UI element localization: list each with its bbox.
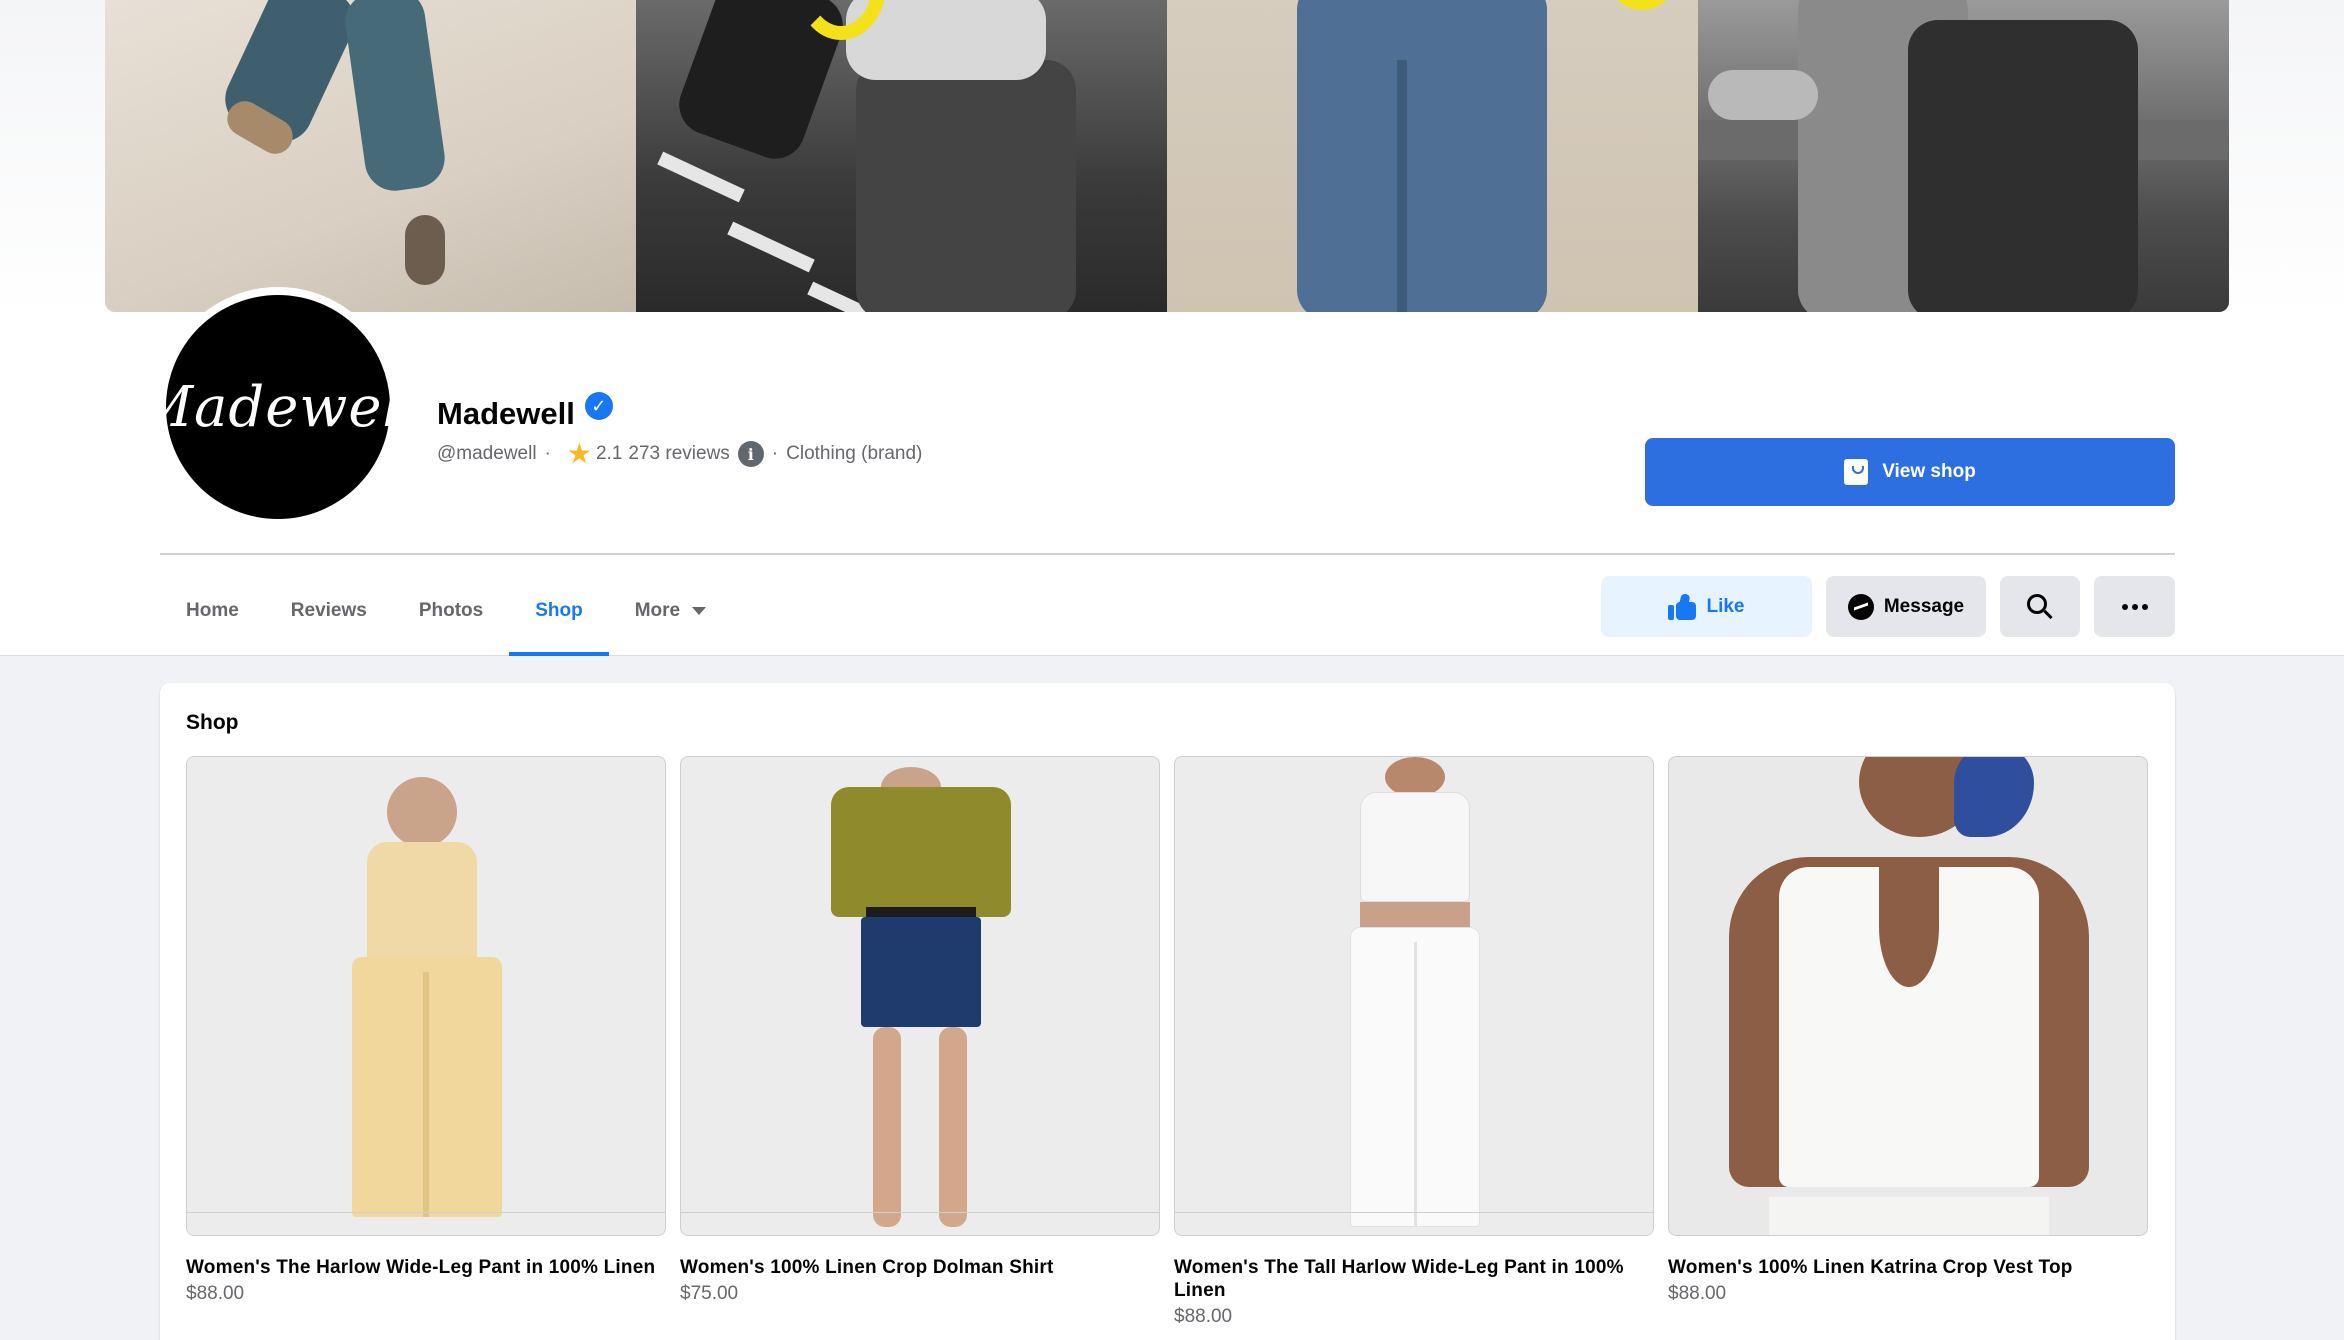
reviews-count[interactable]: 273 reviews xyxy=(628,443,729,465)
header-divider xyxy=(160,553,2175,555)
info-icon[interactable]: i xyxy=(737,441,764,467)
messenger-icon xyxy=(1847,593,1874,620)
profile-avatar[interactable]: Madewell xyxy=(136,295,419,519)
cover-panel-3 xyxy=(1167,0,1698,312)
search-icon xyxy=(2027,593,2053,620)
product-price: $88.00 xyxy=(1668,1283,1727,1304)
meta-separator: · xyxy=(771,443,779,464)
thumbs-up-icon xyxy=(1668,592,1697,620)
cover-photo[interactable] xyxy=(105,0,2229,312)
tab-reviews[interactable]: Reviews xyxy=(265,566,393,656)
tab-more-label: More xyxy=(634,600,681,621)
page-title[interactable]: Madewell ✓ xyxy=(437,392,613,432)
tab-home[interactable]: Home xyxy=(160,566,265,656)
message-label: Message xyxy=(1883,595,1965,617)
product-price: $88.00 xyxy=(1174,1306,1233,1327)
search-button[interactable] xyxy=(2000,576,2080,637)
view-shop-button[interactable]: View shop xyxy=(1645,438,2175,506)
page-handle: @madewell xyxy=(437,443,537,464)
page-meta: @madewell · ★ 2.1 273 reviews i · Clothi… xyxy=(437,440,922,468)
message-button[interactable]: Message xyxy=(1826,576,1986,637)
shop-section-title: Shop xyxy=(186,711,239,734)
page-header: Madewell Madewell ✓ @madewell · ★ 2.1 27… xyxy=(0,0,2344,656)
tab-home-label: Home xyxy=(186,600,239,621)
page-name-text: Madewell xyxy=(437,396,575,431)
product-image[interactable] xyxy=(186,756,666,1236)
product-card[interactable]: Women's The Harlow Wide-Leg Pant in 100%… xyxy=(186,756,666,1305)
cover-panel-4 xyxy=(1698,0,2229,312)
tab-shop-label: Shop xyxy=(535,600,583,621)
tab-photos-label: Photos xyxy=(418,600,484,621)
product-image[interactable] xyxy=(1668,756,2148,1236)
tab-reviews-label: Reviews xyxy=(290,600,367,621)
cover-panel-1 xyxy=(105,0,636,312)
madewell-logo: Madewell xyxy=(135,374,421,440)
product-card[interactable]: Women's The Tall Harlow Wide-Leg Pant in… xyxy=(1174,756,1654,1328)
tab-photos[interactable]: Photos xyxy=(393,566,509,656)
view-shop-label: View shop xyxy=(1882,461,1976,482)
meta-separator: · xyxy=(544,443,551,464)
page-tabs: Home Reviews Photos Shop More xyxy=(160,566,732,656)
more-options-button[interactable] xyxy=(2094,576,2175,637)
tab-more[interactable]: More xyxy=(609,566,732,656)
cover-panel-2 xyxy=(636,0,1167,312)
more-dots-icon xyxy=(2121,603,2148,610)
like-label: Like xyxy=(1706,595,1745,617)
shop-section: Shop Women's The Harlow Wide-Leg Pant in… xyxy=(160,683,2175,1340)
product-card[interactable]: Women's 100% Linen Crop Dolman Shirt $75… xyxy=(680,756,1160,1305)
shopping-bag-icon xyxy=(1844,459,1869,485)
product-image[interactable] xyxy=(1174,756,1654,1236)
verified-badge-icon: ✓ xyxy=(584,392,613,420)
tab-shop[interactable]: Shop xyxy=(509,566,609,656)
product-name[interactable]: Women's 100% Linen Katrina Crop Vest Top xyxy=(1668,1256,2148,1279)
product-card[interactable]: Women's 100% Linen Katrina Crop Vest Top… xyxy=(1668,756,2148,1305)
caret-down-icon xyxy=(692,607,707,615)
like-button[interactable]: Like xyxy=(1601,576,1812,637)
product-name[interactable]: Women's The Tall Harlow Wide-Leg Pant in… xyxy=(1174,1256,1654,1302)
product-price: $88.00 xyxy=(186,1283,245,1304)
product-price: $75.00 xyxy=(680,1283,739,1304)
rating-star-icon: ★ xyxy=(566,438,592,469)
product-name[interactable]: Women's The Harlow Wide-Leg Pant in 100%… xyxy=(186,1256,666,1279)
product-name[interactable]: Women's 100% Linen Crop Dolman Shirt xyxy=(680,1256,1160,1279)
product-image[interactable] xyxy=(680,756,1160,1236)
rating-value[interactable]: 2.1 xyxy=(596,443,622,465)
page-category: Clothing (brand) xyxy=(786,443,923,464)
